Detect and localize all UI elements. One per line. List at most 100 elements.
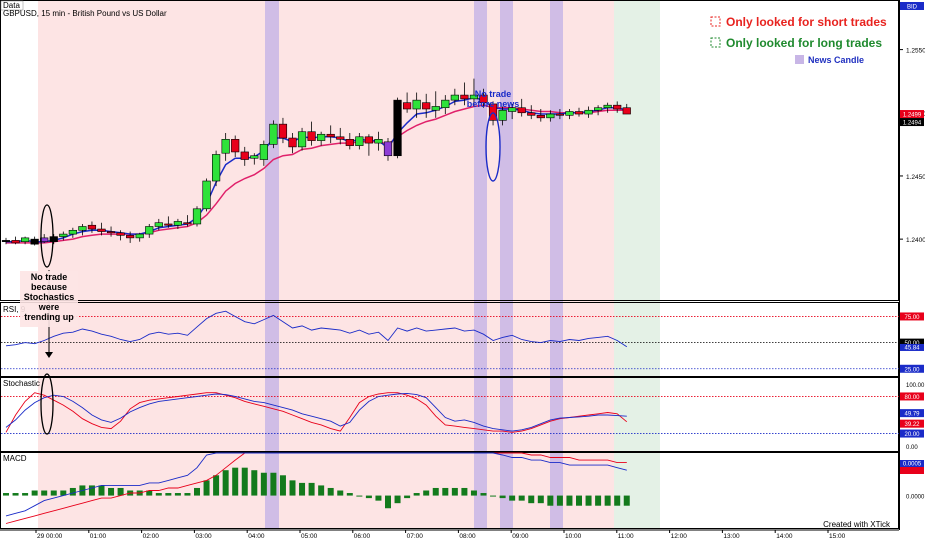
candle-body — [259, 144, 268, 160]
macd-histogram-bar — [394, 495, 401, 504]
macd-histogram-bar — [289, 480, 296, 496]
macd-histogram-bar — [413, 493, 420, 496]
macd-signal-badge — [900, 467, 924, 474]
macd-histogram-bar — [174, 493, 181, 496]
time-tick-label: 12:00 — [671, 533, 688, 539]
macd-histogram-bar — [375, 495, 382, 501]
macd-title: MACD — [3, 454, 27, 463]
macd-histogram-bar — [279, 475, 286, 496]
macd-histogram-bar — [251, 470, 258, 496]
right-axis-strip — [899, 0, 925, 539]
candle-body — [221, 139, 230, 154]
candle-body — [345, 139, 354, 146]
macd-histogram-bar — [451, 487, 458, 496]
candle-body — [11, 240, 20, 244]
candle-body — [212, 154, 221, 182]
stoch-y-tick-label: 0.00 — [906, 445, 918, 451]
rsi-value-badge-label: 45.84 — [904, 345, 920, 351]
macd-y-tick-label: 0.0000 — [906, 495, 925, 501]
news-legend-label: News Candle — [808, 55, 864, 65]
macd-histogram-bar — [165, 493, 172, 496]
time-tick-label: 01:00 — [90, 533, 107, 539]
macd-histogram-bar — [337, 490, 344, 496]
macd-histogram-bar — [585, 495, 592, 506]
macd-histogram-bar — [461, 487, 468, 496]
time-tick-label: 09:00 — [512, 533, 529, 539]
macd-histogram-bar — [470, 490, 477, 496]
stoch-annotation-text: No trade because Stochastics were trending u… — [24, 272, 75, 322]
macd-histogram-bar — [537, 495, 544, 504]
short-trades-zone — [38, 1, 614, 529]
candle-body — [431, 106, 440, 111]
time-tick-label: 11:00 — [618, 533, 634, 539]
candle-body — [422, 102, 431, 110]
macd-histogram-bar — [623, 495, 630, 506]
short-legend-label: Only looked for short trades — [726, 15, 887, 29]
candle-body — [183, 222, 192, 225]
macd-histogram-bar — [69, 487, 76, 496]
candle-body — [498, 109, 507, 121]
candle-body — [450, 94, 459, 101]
macd-histogram-bar — [260, 472, 267, 496]
candle-body — [288, 137, 297, 148]
candle-body — [30, 238, 39, 245]
candle-body — [383, 141, 393, 157]
macd-histogram-bar — [98, 485, 105, 496]
candle-body — [278, 123, 288, 139]
macd-histogram-bar — [213, 475, 220, 496]
macd-histogram-bar — [327, 487, 334, 496]
long-legend-label: Only looked for long trades — [726, 36, 882, 50]
candle-body — [527, 112, 536, 116]
macd-histogram-bar — [365, 495, 372, 499]
time-tick-label: 05:00 — [301, 533, 318, 539]
macd-histogram-bar — [3, 493, 9, 496]
stochastic-title: Stochastic — [3, 379, 40, 388]
candle-body — [603, 104, 612, 109]
macd-badge-label: 0.0005 — [903, 462, 922, 468]
macd-histogram-bar — [509, 495, 516, 501]
candle-body — [393, 99, 402, 157]
macd-histogram-bar — [556, 495, 563, 506]
candle-body — [402, 102, 412, 110]
macd-histogram-bar — [88, 485, 95, 496]
stoch-value-badge-label: 39.22 — [904, 422, 920, 428]
time-tick-label: 15:00 — [829, 533, 846, 539]
candle-body — [622, 107, 631, 115]
rsi-level-badge-label: 25.00 — [904, 367, 920, 373]
credit-label: Created with XTick — [823, 520, 891, 529]
time-tick-label: 13:00 — [723, 533, 740, 539]
candle-body — [546, 113, 555, 119]
candle-body — [97, 228, 106, 232]
symbol-badge-label: BID — [907, 5, 918, 11]
macd-histogram-bar — [528, 495, 535, 504]
news-candle-column-3 — [500, 1, 513, 529]
macd-histogram-bar — [595, 495, 602, 506]
candle-body — [164, 223, 173, 226]
candle-body — [154, 222, 163, 227]
candle-body — [584, 109, 593, 115]
price-y-tick-label: 1.2400 — [906, 237, 925, 244]
candle-body — [374, 139, 383, 144]
macd-histogram-bar — [50, 490, 57, 496]
candle-body — [1, 240, 11, 242]
news-candle-column-1 — [265, 1, 279, 529]
candle-body — [317, 133, 326, 141]
candle-body — [412, 99, 421, 110]
macd-histogram-bar — [108, 487, 115, 496]
macd-histogram-bar — [385, 495, 391, 509]
macd-histogram-bar — [480, 493, 487, 496]
stoch-level-badge-label: 20.00 — [904, 432, 920, 438]
macd-histogram-bar — [194, 487, 200, 496]
macd-histogram-bar — [499, 495, 506, 499]
candle-body — [231, 139, 240, 153]
time-tick-label: 14:00 — [776, 533, 793, 539]
macd-histogram-bar — [12, 493, 19, 496]
news-candle-column-4 — [550, 1, 563, 529]
candle-body — [336, 136, 345, 140]
macd-histogram-bar — [432, 487, 439, 496]
macd-histogram-bar — [41, 490, 48, 496]
candle — [393, 97, 402, 159]
candle-body — [441, 99, 450, 109]
candle-body — [78, 226, 87, 231]
macd-histogram-bar — [490, 495, 497, 497]
